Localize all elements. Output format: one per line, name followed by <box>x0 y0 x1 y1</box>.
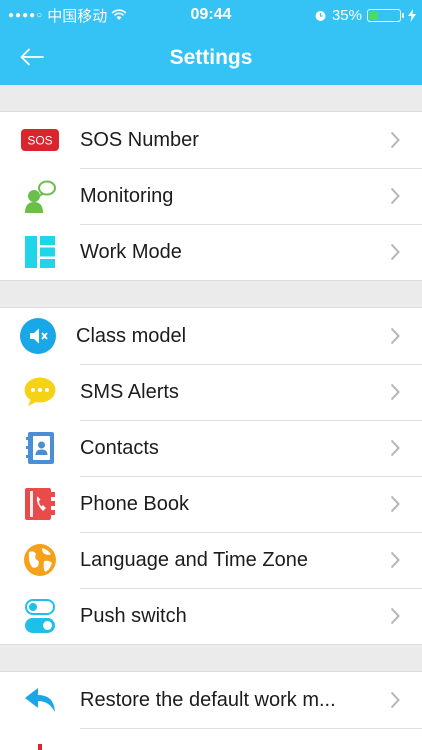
chevron-right-icon <box>390 439 400 457</box>
nav-bar: Settings <box>0 30 422 85</box>
section-gap <box>0 85 422 111</box>
settings-item-label: Push switch <box>80 604 187 627</box>
settings-item-restore-default[interactable]: Restore the default work m... <box>0 672 422 728</box>
chevron-right-icon <box>390 607 400 625</box>
settings-item-push-switch[interactable]: Push switch <box>0 588 422 644</box>
restore-arrow-icon <box>25 688 55 712</box>
monitoring-icon <box>25 180 56 213</box>
settings-item-sos-number[interactable]: SOS SOS Number <box>0 112 422 168</box>
settings-item-language-and-time-zone[interactable]: Language and Time Zone <box>0 532 422 588</box>
chevron-right-icon <box>390 327 400 345</box>
settings-item-monitoring[interactable]: Monitoring <box>0 168 422 224</box>
settings-item-phone-book[interactable]: Phone Book <box>0 476 422 532</box>
settings-item-label: Phone Book <box>80 492 189 515</box>
chevron-right-icon <box>390 383 400 401</box>
settings-item-partial[interactable] <box>0 728 422 750</box>
battery-level-fill <box>369 10 379 20</box>
settings-item-label: SMS Alerts <box>80 380 179 403</box>
mute-icon <box>20 318 56 354</box>
back-button[interactable] <box>20 42 60 72</box>
settings-group-3: Restore the default work m... <box>0 671 422 750</box>
settings-item-label: Language and Time Zone <box>80 548 308 571</box>
settings-item-label: Contacts <box>80 436 159 459</box>
settings-item-label: SOS Number <box>80 128 199 151</box>
sos-icon: SOS <box>21 129 59 151</box>
phone-book-icon <box>25 488 55 520</box>
settings-item-work-mode[interactable]: Work Mode <box>0 224 422 280</box>
settings-item-sms-alerts[interactable]: SMS Alerts <box>0 364 422 420</box>
contacts-book-icon <box>26 432 54 464</box>
chevron-right-icon <box>390 243 400 261</box>
settings-group-1: SOS SOS Number Monitoring Work Mode <box>0 111 422 281</box>
chevron-right-icon <box>390 187 400 205</box>
globe-icon <box>24 544 56 576</box>
chevron-right-icon <box>390 551 400 569</box>
settings-item-label: Class model <box>76 324 187 347</box>
section-gap <box>0 645 422 671</box>
settings-screen: ●●●●○ 中国移动 09:44 35% Settings SOS SOS Nu… <box>0 0 422 750</box>
settings-group-2: Class model SMS Alerts Contacts Phone Bo… <box>0 307 422 645</box>
status-bar: ●●●●○ 中国移动 09:44 35% <box>0 0 422 30</box>
battery-icon <box>367 8 404 22</box>
settings-item-label: Work Mode <box>80 240 182 263</box>
chevron-right-icon <box>390 131 400 149</box>
header: ●●●●○ 中国移动 09:44 35% Settings <box>0 0 422 85</box>
back-arrow-icon <box>20 48 44 66</box>
page-title: Settings <box>169 45 253 69</box>
chevron-right-icon <box>390 495 400 513</box>
power-icon <box>38 744 42 750</box>
toggle-switch-icon <box>25 599 55 633</box>
settings-item-label: Restore the default work m... <box>80 688 336 711</box>
work-mode-icon <box>25 236 55 268</box>
sos-icon-text: SOS <box>27 134 52 148</box>
chat-bubble-icon <box>24 377 56 406</box>
settings-item-class-model[interactable]: Class model <box>0 308 422 364</box>
settings-item-contacts[interactable]: Contacts <box>0 420 422 476</box>
settings-item-label: Monitoring <box>80 184 174 207</box>
chevron-right-icon <box>390 691 400 709</box>
section-gap <box>0 281 422 307</box>
status-time: 09:44 <box>190 6 232 23</box>
